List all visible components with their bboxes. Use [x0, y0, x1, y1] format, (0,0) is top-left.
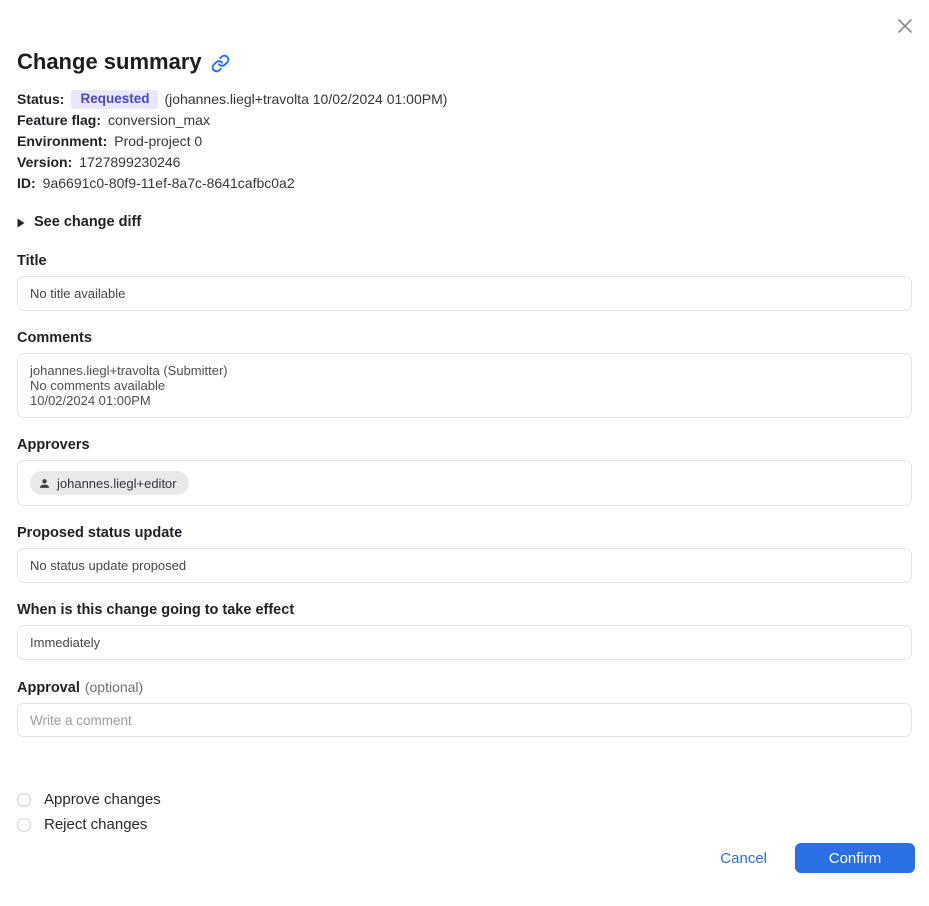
- comment-author-line: johannes.liegl+travolta (Submitter): [30, 363, 228, 378]
- page-title: Change summary: [17, 0, 912, 75]
- see-change-diff-toggle[interactable]: See change diff: [17, 214, 141, 231]
- feature-flag-value: conversion_max: [108, 112, 210, 128]
- close-icon[interactable]: [894, 15, 916, 37]
- approval-section: Approval (optional): [17, 679, 912, 737]
- meta-section: Status: Requested (johannes.liegl+travol…: [17, 89, 912, 194]
- person-icon: [40, 478, 49, 488]
- reject-changes-radio[interactable]: Reject changes: [17, 812, 147, 837]
- effect-value: Immediately: [30, 635, 101, 650]
- comments-section: Comments johannes.liegl+travolta (Submit…: [17, 330, 912, 418]
- dialog-title-text: Change summary: [17, 49, 202, 74]
- confirm-button[interactable]: Confirm: [795, 843, 915, 873]
- feature-flag-row: Feature flag: conversion_max: [17, 110, 912, 131]
- link-chain-glyph: [211, 54, 229, 72]
- link-icon[interactable]: [211, 54, 230, 73]
- environment-label: Environment:: [17, 133, 108, 149]
- approval-section-label: Approval (optional): [17, 679, 144, 696]
- proposed-status-label: Proposed status update: [17, 525, 183, 541]
- proposed-status-section: Proposed status update No status update …: [17, 525, 912, 583]
- see-change-diff-label: See change diff: [34, 214, 142, 230]
- reject-changes-label: Reject changes: [44, 816, 148, 833]
- status-label: Status:: [17, 91, 65, 107]
- radio-circle-icon: [17, 792, 31, 807]
- status-badge: Requested: [71, 90, 159, 109]
- comment-body-line: No comments available: [30, 378, 166, 393]
- radio-circle-icon: [17, 817, 31, 832]
- decision-radio-group: Approve changes Reject changes: [17, 787, 912, 837]
- dialog-footer: Cancel Confirm: [720, 843, 915, 873]
- version-label: Version:: [17, 154, 73, 170]
- effect-value-box: Immediately: [17, 625, 912, 660]
- effect-section-label: When is this change going to take effect: [17, 602, 295, 618]
- change-summary-dialog: Change summary Status: Requested (johann…: [0, 0, 929, 906]
- chevron-right-icon: [17, 218, 25, 227]
- environment-value: Prod-project 0: [114, 133, 203, 149]
- title-value: No title available: [30, 286, 126, 301]
- title-value-box: No title available: [17, 276, 912, 311]
- approver-chip[interactable]: johannes.liegl+editor: [30, 471, 189, 495]
- comments-section-label: Comments: [17, 330, 92, 346]
- id-row: ID: 9a6691c0-80f9-11ef-8a7c-8641cafbc0a2: [17, 173, 912, 194]
- approvers-section-label: Approvers: [17, 437, 90, 453]
- effect-section: When is this change going to take effect…: [17, 602, 912, 660]
- title-section-label: Title: [17, 253, 47, 269]
- environment-row: Environment: Prod-project 0: [17, 131, 912, 152]
- id-value: 9a6691c0-80f9-11ef-8a7c-8641cafbc0a2: [42, 175, 295, 191]
- status-detail: (johannes.liegl+travolta 10/02/2024 01:0…: [164, 91, 448, 107]
- approval-comment-input[interactable]: [17, 703, 912, 737]
- version-row: Version: 1727899230246: [17, 152, 912, 173]
- comments-box: johannes.liegl+travolta (Submitter) No c…: [17, 353, 912, 418]
- close-x-glyph: [897, 18, 913, 34]
- status-row: Status: Requested (johannes.liegl+travol…: [17, 89, 912, 110]
- cancel-button[interactable]: Cancel: [720, 850, 767, 867]
- approvers-section: Approvers johannes.liegl+editor: [17, 437, 912, 506]
- proposed-status-box: No status update proposed: [17, 548, 912, 583]
- id-label: ID:: [17, 175, 36, 191]
- approve-changes-radio[interactable]: Approve changes: [17, 787, 161, 812]
- approve-changes-label: Approve changes: [44, 791, 161, 808]
- approver-chip-label: johannes.liegl+editor: [57, 475, 177, 491]
- comment-timestamp-line: 10/02/2024 01:00PM: [30, 393, 151, 408]
- approval-optional-hint: (optional): [84, 679, 144, 695]
- feature-flag-label: Feature flag:: [17, 112, 102, 128]
- approvers-box: johannes.liegl+editor: [17, 460, 912, 506]
- title-section: Title No title available: [17, 253, 912, 311]
- proposed-status-value: No status update proposed: [30, 558, 187, 573]
- version-value: 1727899230246: [79, 154, 181, 170]
